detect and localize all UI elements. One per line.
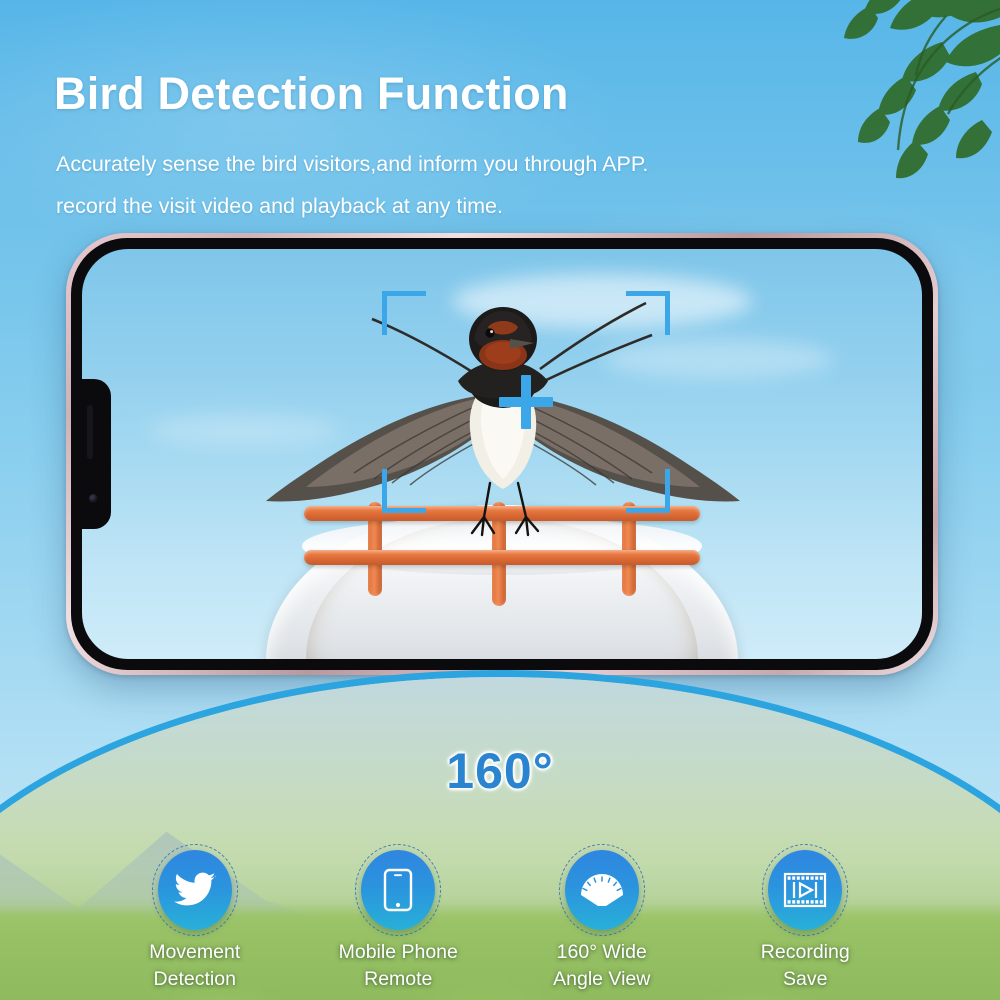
feature-caption: Mobile Phone Remote <box>339 939 458 992</box>
subtitle-line-1: Accurately sense the bird visitors,and i… <box>56 152 649 176</box>
subtitle-line-2: record the visit video and playback at a… <box>56 194 503 218</box>
feature-item-wide-angle-view[interactable]: 160° Wide Angle View <box>527 844 677 992</box>
page-title: Bird Detection Function <box>54 68 569 119</box>
feature-caption-line2: Angle View <box>553 967 651 990</box>
phone-screen <box>82 249 922 659</box>
feature-item-mobile-phone-remote[interactable]: Mobile Phone Remote <box>324 844 474 992</box>
earpiece-speaker-icon <box>87 405 93 459</box>
front-camera-icon <box>89 494 98 503</box>
feature-badge <box>558 844 645 937</box>
mobile-phone-icon <box>384 869 413 912</box>
feature-caption: 160° Wide Angle View <box>553 939 650 992</box>
phone-mockup <box>66 233 938 675</box>
feature-caption-line2: Save <box>783 967 828 990</box>
feature-caption-line2: Detection <box>153 967 236 990</box>
feature-caption-line1: 160° Wide <box>556 941 647 964</box>
feature-badge <box>151 844 238 937</box>
feature-badge <box>355 844 442 937</box>
perch-bar <box>304 550 700 565</box>
angle-badge: 160° <box>446 743 554 799</box>
feature-caption-line1: Recording <box>760 941 850 964</box>
feature-list: Movement Detection Mobile Phone Remote 1… <box>0 844 1000 992</box>
bird-icon <box>173 872 216 906</box>
feature-caption-line2: Remote <box>364 967 433 990</box>
feature-item-movement-detection[interactable]: Movement Detection <box>120 844 270 992</box>
phone-notch <box>82 379 111 529</box>
feature-caption-line1: Movement <box>149 941 241 964</box>
tree-leaves-decoration <box>710 0 1000 210</box>
feature-caption-line1: Mobile Phone <box>338 941 458 964</box>
feature-badge <box>762 844 849 937</box>
wide-angle-fan-icon <box>580 874 623 907</box>
feature-caption: Movement Detection <box>149 939 240 992</box>
barn-swallow-bird <box>222 277 782 537</box>
feature-item-recording-save[interactable]: Recording Save <box>731 844 881 992</box>
camera-live-view <box>82 249 922 659</box>
film-play-icon <box>784 873 827 908</box>
feature-caption: Recording Save <box>761 939 850 992</box>
phone-bezel <box>71 238 933 670</box>
